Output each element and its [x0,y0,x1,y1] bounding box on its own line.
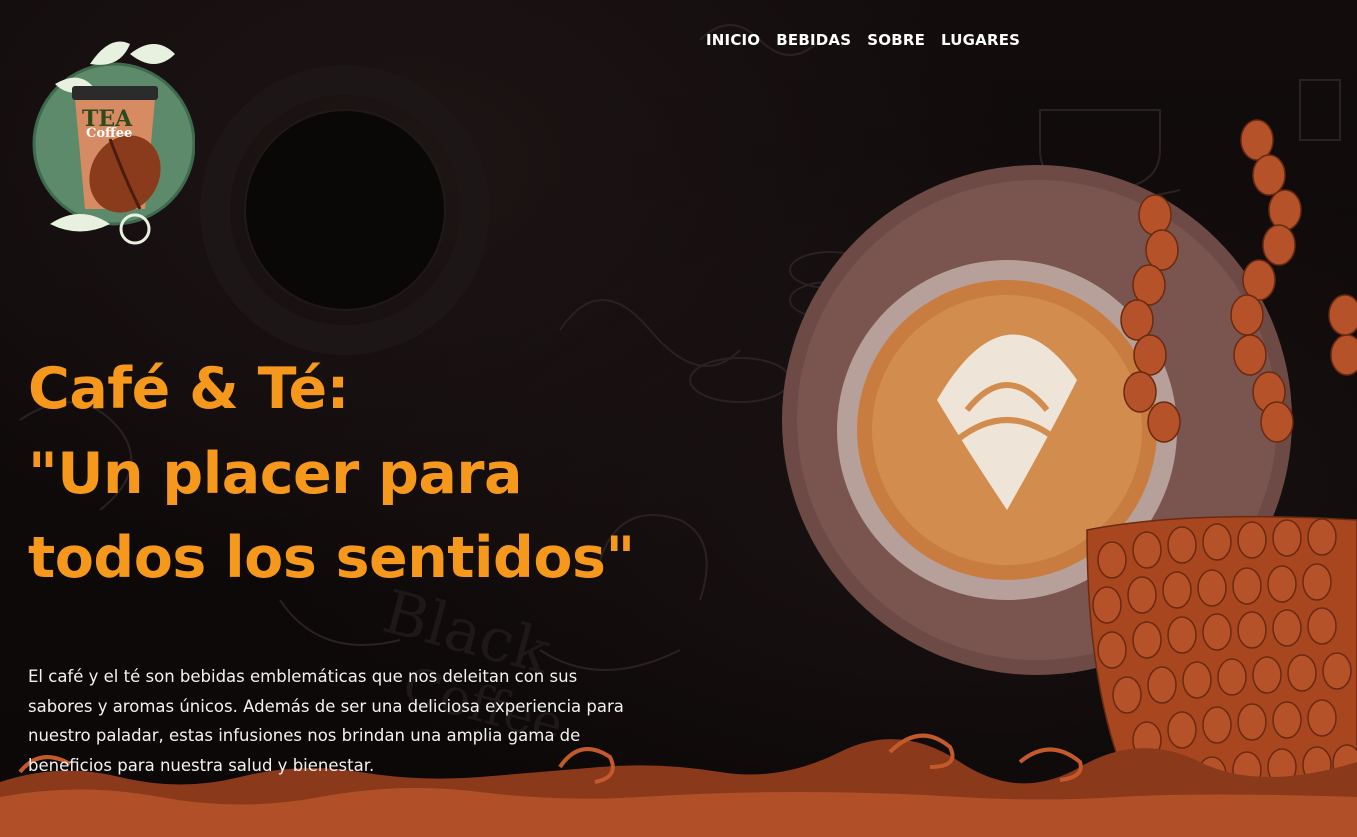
main-nav: INICIO BEBIDAS SOBRE LUGARES [706,31,1020,49]
nav-item-inicio[interactable]: INICIO [706,31,760,49]
hero-title: Café & Té: "Un placer para todos los sen… [28,346,768,600]
hero-description: El café y el té son bebidas emblemáticas… [28,667,624,775]
hero-title-line2: "Un placer para todos los sentidos" [28,441,635,591]
nav-item-sobre[interactable]: SOBRE [867,31,925,49]
nav-item-lugares[interactable]: LUGARES [941,31,1020,49]
site-logo[interactable]: TEA Coffee [30,24,195,246]
nav-item-bebidas[interactable]: BEBIDAS [776,31,851,49]
hero-title-line1: Café & Té: [28,356,349,422]
logo-brand-bottom: Coffee [86,126,132,141]
